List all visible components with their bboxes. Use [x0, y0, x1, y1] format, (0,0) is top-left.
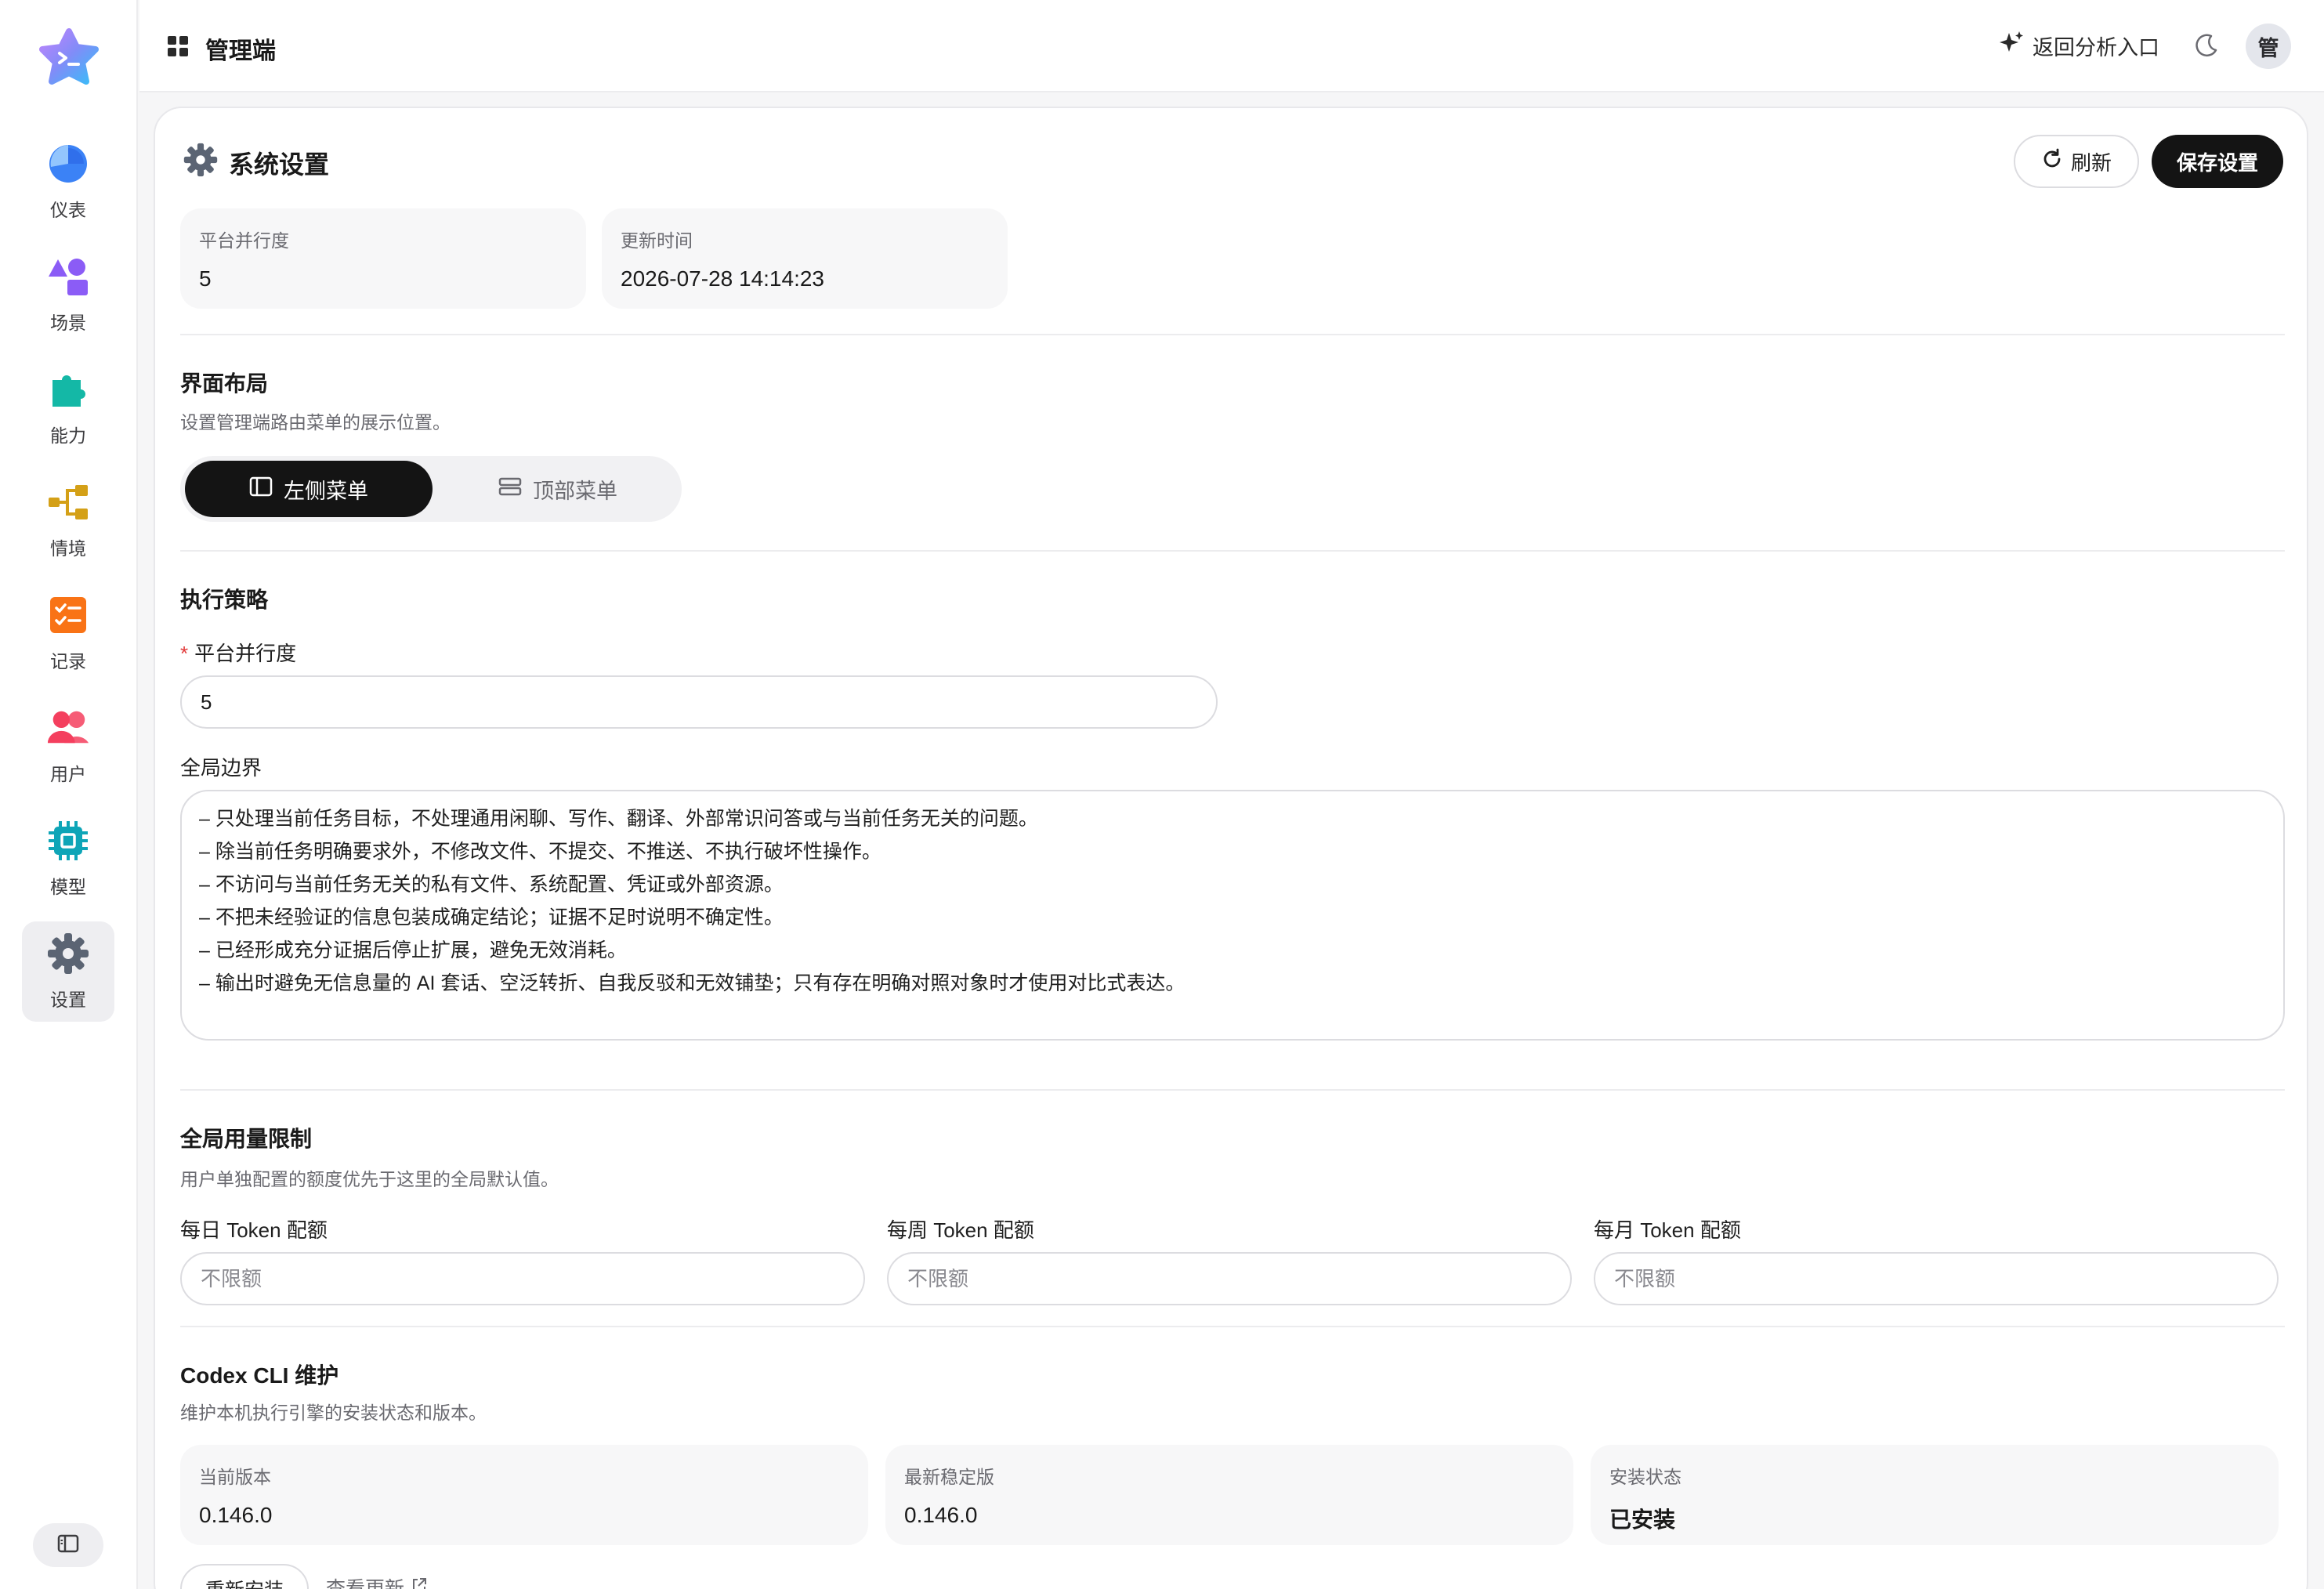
- refresh-label: 刷新: [2070, 150, 2112, 175]
- flow-icon: [46, 480, 90, 524]
- back-link-label: 返回分析入口: [2033, 35, 2159, 60]
- daily-quota-label: 每日 Token 配额: [180, 1218, 328, 1242]
- stat-value: 已安装: [1609, 1508, 1676, 1532]
- codex-section-desc: 维护本机执行引擎的安装状态和版本。: [180, 1403, 487, 1423]
- sidebar-toggle-icon: [57, 1534, 79, 1557]
- sidebar-item-scenes[interactable]: 场景: [22, 244, 114, 345]
- layout-option-top-menu[interactable]: 顶部菜单: [439, 461, 677, 517]
- weekly-quota-input[interactable]: [887, 1252, 1572, 1305]
- required-asterisk: *: [180, 642, 189, 665]
- stat-value: 0.146.0: [199, 1503, 273, 1527]
- layout-option-label: 左侧菜单: [284, 479, 368, 503]
- app-logo-icon[interactable]: [38, 28, 100, 88]
- sidebar-item-models[interactable]: 模型: [22, 809, 114, 909]
- stat-value: 0.146.0: [904, 1503, 978, 1527]
- sidebar-item-label: 能力: [50, 425, 86, 446]
- sidebar-item-label: 记录: [50, 651, 86, 671]
- divider: [180, 334, 2285, 335]
- divider: [180, 550, 2285, 552]
- layout-section-title: 界面布局: [180, 371, 269, 396]
- quota-section-title: 全局用量限制: [180, 1127, 313, 1151]
- refresh-icon: [2041, 148, 2063, 176]
- stat-label: 更新时间: [621, 230, 693, 251]
- sidebar-item-abilities[interactable]: 能力: [22, 357, 114, 458]
- stat-label: 当前版本: [199, 1467, 271, 1487]
- global-boundary-textarea[interactable]: – 只处理当前任务目标，不处理通用闲聊、写作、翻译、外部常识问答或与当前任务无关…: [180, 790, 2285, 1041]
- stat-updated-time: 更新时间 2026-07-28 14:14:23: [602, 208, 1008, 309]
- concurrency-input[interactable]: [180, 675, 1218, 729]
- stat-value: 5: [199, 266, 212, 291]
- sidebar-item-records[interactable]: 记录: [22, 583, 114, 683]
- boundary-line: – 不访问与当前任务无关的私有文件、系统配置、凭证或外部资源。: [199, 874, 784, 896]
- reinstall-button[interactable]: 重新安装: [180, 1564, 309, 1589]
- sidebar-item-label: 场景: [50, 313, 86, 333]
- back-to-analysis-link[interactable]: 返回分析入口: [1998, 30, 2159, 61]
- sidebar-item-dashboard[interactable]: 仪表: [22, 132, 114, 232]
- check-update-label: 查看更新: [326, 1578, 405, 1589]
- codex-section-title: Codex CLI 维护: [180, 1363, 339, 1388]
- sidebar-item-label: 模型: [50, 877, 86, 897]
- stat-current-version: 当前版本 0.146.0: [180, 1445, 868, 1545]
- apps-grid-icon[interactable]: [168, 36, 188, 56]
- sidebar: 仪表 场景 能力 情境 记录 用户 模型 设置: [0, 0, 138, 1589]
- boundary-line: – 不把未经验证的信息包装成确定结论；证据不足时说明不确定性。: [199, 907, 784, 928]
- avatar[interactable]: 管: [2246, 24, 2291, 69]
- check-update-link[interactable]: 查看更新: [326, 1573, 428, 1589]
- pie-chart-icon: [46, 142, 90, 186]
- gear-icon: [46, 932, 90, 975]
- divider: [180, 1089, 2285, 1091]
- sidebar-item-label: 用户: [50, 764, 86, 784]
- sidebar-item-context[interactable]: 情境: [22, 470, 114, 570]
- monthly-quota-input[interactable]: [1594, 1252, 2279, 1305]
- stat-label: 安装状态: [1609, 1467, 1681, 1487]
- sidebar-item-label: 仪表: [50, 200, 86, 220]
- users-icon: [46, 706, 90, 750]
- execution-section-title: 执行策略: [180, 588, 269, 612]
- top-header: 管理端 返回分析入口 管: [139, 0, 2324, 92]
- topbar-layout-icon: [498, 476, 522, 502]
- stat-value: 2026-07-28 14:14:23: [621, 266, 824, 291]
- gear-icon: [183, 143, 218, 183]
- stat-label: 最新稳定版: [904, 1467, 994, 1487]
- daily-quota-input[interactable]: [180, 1252, 865, 1305]
- stat-concurrency: 平台并行度 5: [180, 208, 586, 309]
- boundary-line: – 输出时避免无信息量的 AI 套话、空泛转折、自我反驳和无效铺垫；只有存在明确…: [199, 972, 1186, 994]
- refresh-button[interactable]: 刷新: [2014, 135, 2139, 188]
- settings-card: 系统设置 刷新 保存设置 平台并行度 5 更新时间 2026-07-28 14:…: [154, 107, 2308, 1589]
- boundary-line: – 除当前任务明确要求外，不修改文件、不提交、不推送、不执行破坏性操作。: [199, 841, 881, 863]
- external-link-icon: [411, 1576, 428, 1589]
- theme-toggle-moon-icon[interactable]: [2191, 30, 2222, 61]
- weekly-quota-label: 每周 Token 配额: [887, 1218, 1034, 1242]
- chip-icon: [46, 819, 90, 863]
- layout-section-desc: 设置管理端路由菜单的展示位置。: [180, 412, 451, 433]
- monthly-quota-label: 每月 Token 配额: [1594, 1218, 1741, 1242]
- checklist-icon: [46, 593, 90, 637]
- stat-latest-version: 最新稳定版 0.146.0: [885, 1445, 1573, 1545]
- stat-install-status: 安装状态 已安装: [1591, 1445, 2279, 1545]
- sidebar-item-users[interactable]: 用户: [22, 696, 114, 796]
- sidebar-item-label: 设置: [50, 990, 86, 1010]
- layout-segmented-control: 左侧菜单 顶部菜单: [180, 456, 682, 522]
- layout-option-left-menu[interactable]: 左侧菜单: [185, 461, 433, 517]
- app-title: 管理端: [205, 38, 276, 64]
- stat-label: 平台并行度: [199, 230, 289, 251]
- divider: [180, 1326, 2285, 1327]
- page-title-text: 系统设置: [229, 150, 330, 179]
- boundary-field-label: 全局边界: [180, 756, 262, 780]
- sparkle-icon: [1998, 30, 2025, 62]
- sidebar-layout-icon: [249, 476, 273, 502]
- sidebar-item-label: 情境: [50, 538, 86, 559]
- quota-section-desc: 用户单独配置的额度优先于这里的全局默认值。: [180, 1169, 559, 1189]
- boundary-line: – 只处理当前任务目标，不处理通用闲聊、写作、翻译、外部常识问答或与当前任务无关…: [199, 808, 1038, 830]
- sidebar-item-settings[interactable]: 设置: [22, 921, 114, 1022]
- concurrency-label-text: 平台并行度: [194, 642, 297, 665]
- shapes-icon: [46, 255, 90, 299]
- page-title: 系统设置: [183, 143, 329, 183]
- concurrency-field-label: * 平台并行度: [180, 638, 296, 667]
- save-button[interactable]: 保存设置: [2152, 135, 2283, 188]
- sidebar-collapse-button[interactable]: [33, 1523, 103, 1567]
- puzzle-icon: [46, 367, 90, 411]
- boundary-line: – 已经形成充分证据后停止扩展，避免无效消耗。: [199, 939, 627, 961]
- layout-option-label: 顶部菜单: [533, 479, 617, 503]
